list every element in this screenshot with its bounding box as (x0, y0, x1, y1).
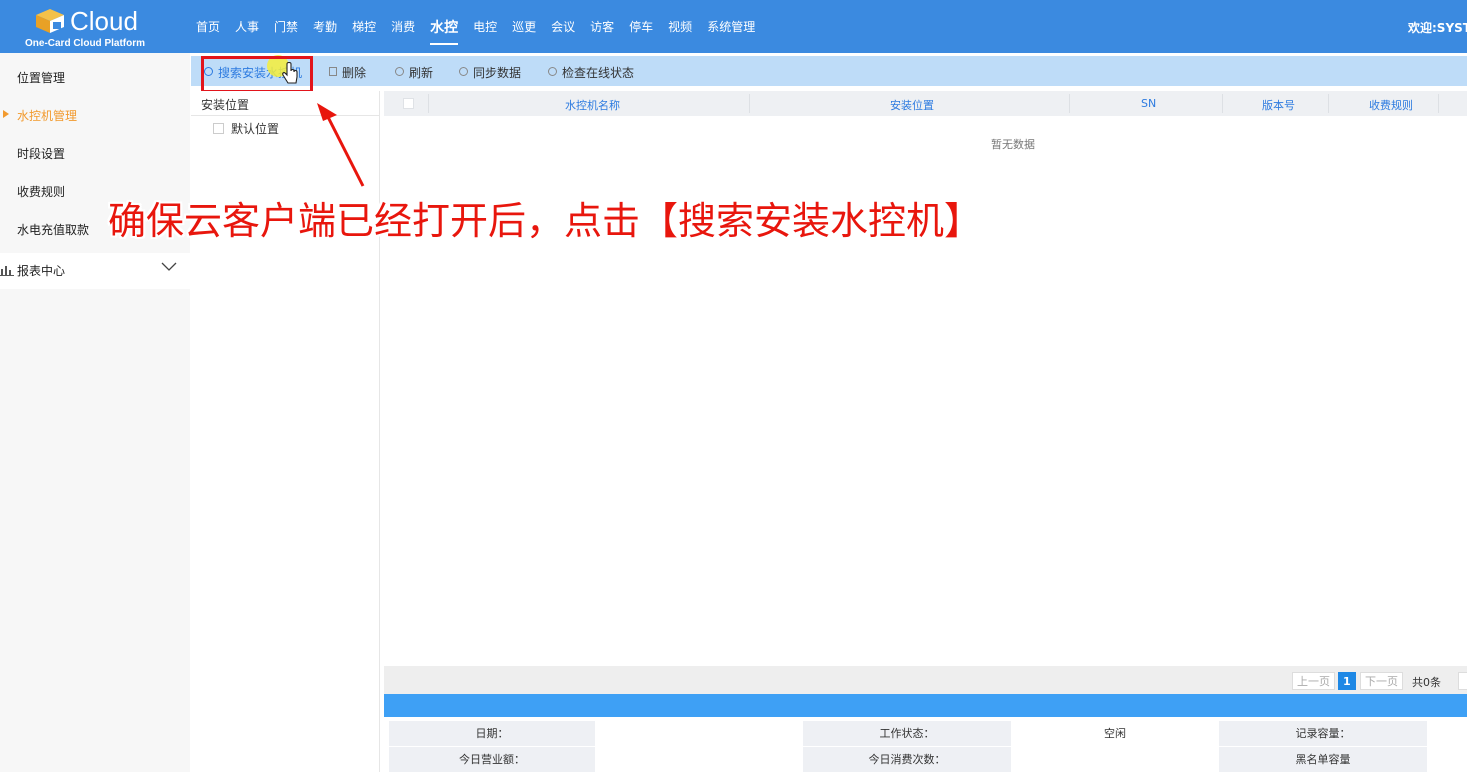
records-label: 记录容量： (1219, 721, 1427, 746)
column-divider (1222, 94, 1223, 113)
pagination: 上一页 1 下一页 共0条 (384, 666, 1467, 694)
table-header: 水控机名称 安装位置 SN 版本号 收费规则 (384, 91, 1467, 116)
column-divider (1438, 94, 1439, 113)
nav-water-control[interactable]: 水控 (430, 17, 459, 45)
welcome-user[interactable]: 欢迎:SYST (1408, 19, 1467, 36)
page-1-button[interactable]: 1 (1338, 672, 1356, 690)
column-sn[interactable]: SN (1141, 97, 1156, 110)
refresh-icon (548, 67, 557, 76)
column-location[interactable]: 安装位置 (890, 97, 934, 113)
chart-icon (0, 266, 14, 276)
count-value (1011, 747, 1219, 772)
column-divider (428, 94, 429, 113)
sync-data-button[interactable]: 同步数据 (459, 64, 521, 81)
sidebar-item-recharge[interactable]: 水电充值取款 (17, 221, 89, 238)
column-divider (1328, 94, 1329, 113)
nav-visitor[interactable]: 访客 (590, 18, 614, 35)
status-value: 空闲 (1104, 727, 1126, 740)
check-online-button[interactable]: 检查在线状态 (548, 64, 634, 81)
column-name[interactable]: 水控机名称 (565, 97, 620, 113)
nav-power-control[interactable]: 电控 (473, 18, 497, 35)
detail-title-bar (384, 694, 1467, 717)
column-divider (1069, 94, 1070, 113)
next-page-button[interactable]: 下一页 (1360, 672, 1403, 690)
sidebar-item-report[interactable]: 报表中心 (0, 253, 190, 289)
device-info-panel: 日期： 工作状态： 空闲 记录容量： 今日营业额： 今日消费次数： 黑名单容量 (384, 717, 1467, 772)
column-divider (749, 94, 750, 113)
nav-patrol[interactable]: 巡更 (512, 18, 536, 35)
refresh-icon (459, 67, 468, 76)
page-size-select[interactable] (1458, 672, 1467, 690)
revenue-value (595, 747, 803, 772)
nav-parking[interactable]: 停车 (629, 18, 653, 35)
select-all-checkbox[interactable] (403, 98, 414, 109)
prev-page-button[interactable]: 上一页 (1292, 672, 1335, 690)
refresh-button[interactable]: 刷新 (395, 64, 433, 81)
date-label: 日期： (389, 721, 595, 746)
total-count: 共0条 (1412, 676, 1441, 689)
date-value (595, 721, 803, 746)
nav-system[interactable]: 系统管理 (707, 18, 755, 35)
annotation-text: 确保云客户端已经打开后，点击【搜索安装水控机】 (108, 199, 983, 243)
nav-video[interactable]: 视频 (668, 18, 692, 35)
nav-meeting[interactable]: 会议 (551, 18, 575, 35)
count-label: 今日消费次数： (803, 747, 1011, 772)
empty-state: 暂无数据 (991, 138, 1035, 151)
blacklist-label: 黑名单容量 (1219, 747, 1427, 772)
column-version[interactable]: 版本号 (1262, 97, 1295, 113)
chevron-down-icon[interactable] (161, 262, 177, 272)
revenue-label: 今日营业额： (389, 747, 595, 772)
status-label: 工作状态： (803, 721, 1011, 746)
report-label: 报表中心 (17, 264, 66, 278)
column-fee-rule[interactable]: 收费规则 (1369, 97, 1413, 113)
annotation-arrow-icon (317, 103, 365, 187)
